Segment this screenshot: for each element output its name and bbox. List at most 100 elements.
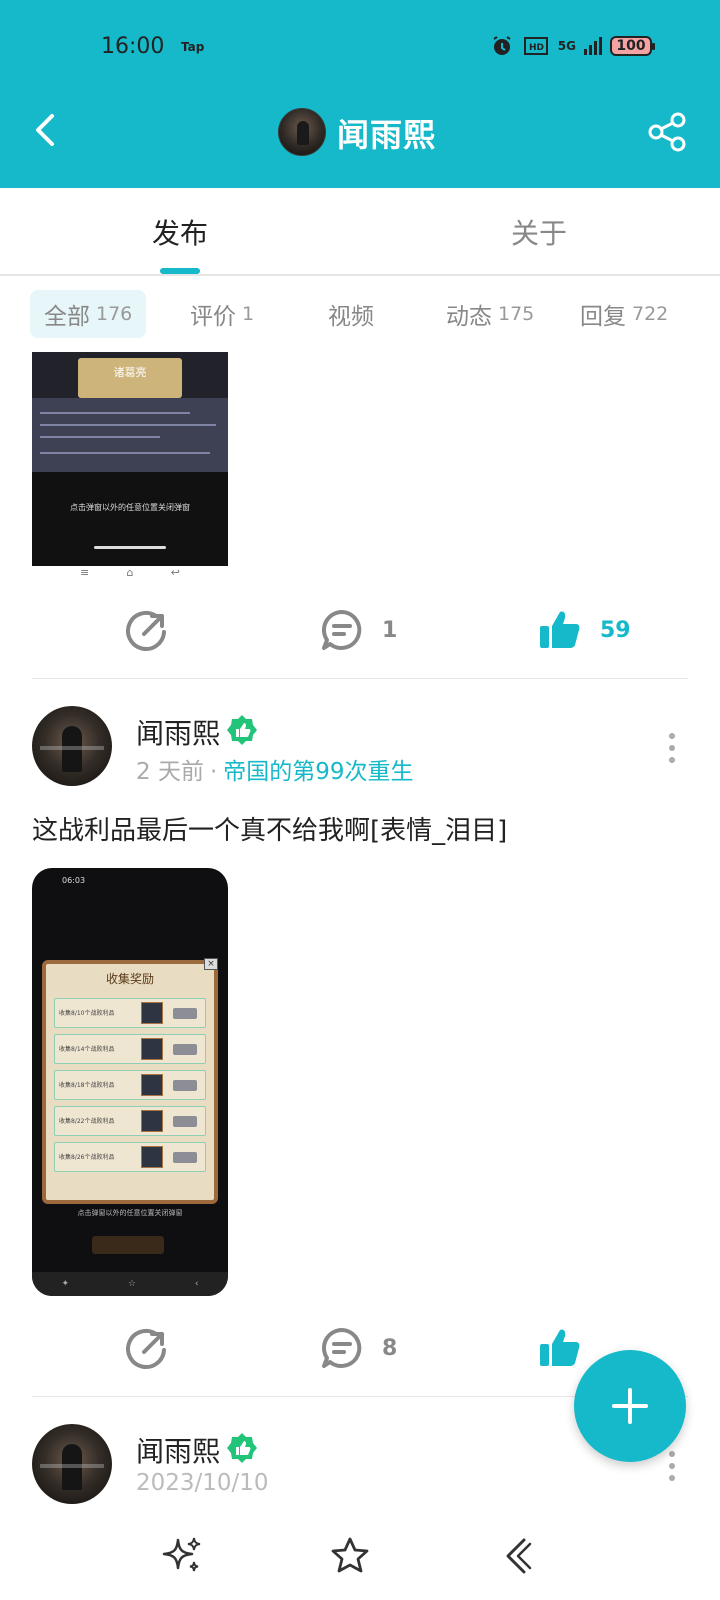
image-nav-bar: ✦ ☆ ‹ <box>32 1272 228 1296</box>
comment-icon <box>321 609 362 650</box>
share-icon[interactable] <box>646 110 690 154</box>
filter-label: 全部 <box>44 304 90 330</box>
filter-videos[interactable]: 视频 <box>314 290 388 338</box>
filter-label: 动态 <box>446 304 492 330</box>
star-icon: ☆ <box>127 1279 136 1289</box>
author-avatar[interactable] <box>32 1424 112 1504</box>
reward-button <box>173 1116 197 1127</box>
filter-count: 722 <box>632 303 669 325</box>
like-button[interactable] <box>538 1326 600 1370</box>
more-options-icon[interactable] <box>664 1448 680 1484</box>
filter-row: 全部 176 评价 1 视频 动态 175 回复 722 <box>0 290 720 340</box>
back-arrow-icon[interactable] <box>496 1534 540 1578</box>
filter-count: 175 <box>498 303 535 325</box>
image-caption: 点击弹窗以外的任意位置关闭弹窗 <box>77 1209 183 1217</box>
verified-badge-icon <box>227 1433 257 1463</box>
comment-count: 1 <box>382 617 398 643</box>
home-star-icon[interactable] <box>328 1534 372 1578</box>
image-dark-area <box>32 472 228 566</box>
filter-label: 评价 <box>190 304 236 330</box>
hd-icon: HD <box>523 37 548 55</box>
author-avatar[interactable] <box>32 706 112 786</box>
create-post-button[interactable] <box>574 1350 686 1462</box>
comment-icon <box>321 1327 362 1368</box>
close-icon: × <box>204 958 218 970</box>
filter-reviews[interactable]: 评价 1 <box>176 290 268 338</box>
image-status-time: 06:03 <box>62 876 86 885</box>
status-tap-label: Tap <box>181 40 205 54</box>
sparkle-icon[interactable] <box>160 1534 204 1578</box>
reward-button <box>173 1152 197 1163</box>
reward-button <box>173 1008 197 1019</box>
page-title: 闻雨熙 <box>337 116 437 154</box>
share-arrow-icon <box>126 1328 166 1369</box>
filter-count: 176 <box>96 303 133 325</box>
menu-icon: ≡ <box>80 566 90 579</box>
image-line <box>40 424 216 426</box>
filter-label: 视频 <box>328 304 374 330</box>
image-reward-row: 收集8/18个战败利品 <box>54 1070 206 1100</box>
app-header: 16:00 Tap HD 5G 100 闻雨熙 <box>0 0 720 188</box>
comment-button[interactable]: 1 <box>320 608 397 652</box>
filter-label: 回复 <box>580 304 626 330</box>
post-image[interactable]: 06:03 收集奖励 × 收集8/10个战败利品 收集8/14个战败利品 收集8… <box>32 868 228 1296</box>
image-title: 诸葛亮 <box>113 366 147 379</box>
image-button-shadow <box>92 1236 164 1254</box>
image-panel <box>32 398 228 472</box>
post-image[interactable]: 诸葛亮 点击弹窗以外的任意位置关闭弹窗 <box>32 352 228 566</box>
post-time: 2 天前 <box>136 759 204 785</box>
image-title: 收集奖励 <box>105 972 154 986</box>
author-name[interactable]: 闻雨熙 <box>136 712 220 752</box>
image-line <box>40 452 210 454</box>
reward-button <box>173 1044 197 1055</box>
image-reward-row: 收集8/22个战败利品 <box>54 1106 206 1136</box>
comment-button[interactable]: 8 <box>320 1326 397 1370</box>
tab-publish[interactable]: 发布 <box>152 212 208 252</box>
active-tab-indicator <box>160 268 200 274</box>
verified-badge-icon <box>227 715 257 745</box>
back-icon: ↩ <box>170 566 180 579</box>
filter-all[interactable]: 全部 176 <box>30 290 147 338</box>
reward-thumb <box>141 1074 163 1096</box>
like-button[interactable]: 59 <box>538 608 631 652</box>
tab-about[interactable]: 关于 <box>511 212 567 252</box>
image-caption: 点击弹窗以外的任意位置关闭弹窗 <box>70 503 190 512</box>
back-button[interactable] <box>26 108 66 152</box>
image-nav-strip: ≡ ⌂ ↩ <box>80 566 180 586</box>
reward-label: 收集8/18个战败利品 <box>59 1082 115 1089</box>
reward-button <box>173 1080 197 1091</box>
reward-label: 收集8/22个战败利品 <box>59 1118 115 1125</box>
back-icon: ‹ <box>194 1279 199 1289</box>
reward-thumb <box>141 1002 163 1024</box>
sparkle-icon: ✦ <box>61 1279 69 1289</box>
network-label: 5G <box>557 39 576 53</box>
post-divider <box>32 678 688 679</box>
image-home-bar <box>94 546 166 549</box>
reward-thumb <box>141 1038 163 1060</box>
image-reward-row: 收集8/10个战败利品 <box>54 998 206 1028</box>
reward-label: 收集8/26个战败利品 <box>59 1154 115 1161</box>
share-arrow-icon <box>126 610 166 651</box>
alarm-icon <box>493 36 511 55</box>
share-button[interactable] <box>126 1326 170 1370</box>
reward-thumb <box>141 1146 163 1168</box>
signal-icon <box>584 37 602 55</box>
comment-count: 8 <box>382 1335 398 1361</box>
status-time: 16:00 <box>101 34 165 59</box>
post-feed: 诸葛亮 点击弹窗以外的任意位置关闭弹窗 ≡ ⌂ ↩ 1 59 闻雨熙 2 天前 … <box>0 352 720 1508</box>
thumbs-up-icon <box>540 1329 580 1366</box>
image-reward-row: 收集8/14个战败利品 <box>54 1034 206 1064</box>
post-text[interactable]: 这战利品最后一个真不给我啊[表情_泪目] <box>32 810 507 847</box>
filter-replies[interactable]: 回复 722 <box>566 290 682 338</box>
post-topic-link[interactable]: 帝国的第99次重生 <box>223 759 413 785</box>
post-date: 2023/10/10 <box>136 1470 269 1496</box>
header-avatar[interactable] <box>278 108 326 156</box>
image-line <box>40 436 160 438</box>
reward-thumb <box>141 1110 163 1132</box>
more-options-icon[interactable] <box>664 730 680 766</box>
image-reward-scroll: 收集奖励 × 收集8/10个战败利品 收集8/14个战败利品 收集8/18个战败… <box>42 958 218 1204</box>
author-name[interactable]: 闻雨熙 <box>136 1430 220 1470</box>
post-meta: 2 天前 · 帝国的第99次重生 <box>136 752 414 786</box>
share-button[interactable] <box>126 608 170 652</box>
filter-moments[interactable]: 动态 175 <box>432 290 548 338</box>
